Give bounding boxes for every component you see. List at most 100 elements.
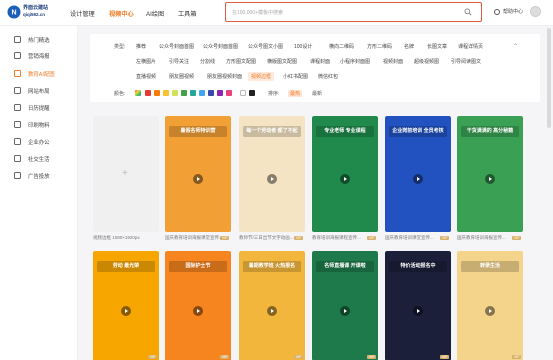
color-swatch[interactable] <box>154 90 160 96</box>
avatar[interactable] <box>530 6 541 17</box>
color-swatch[interactable] <box>172 90 178 96</box>
ad-icon <box>14 172 21 179</box>
template-card[interactable]: 专业老师 专业课程 VIP 教育培训海报课程宣传... <box>312 116 378 242</box>
color-swatch[interactable] <box>226 90 232 96</box>
color-swatch[interactable] <box>145 90 151 96</box>
layout-icon <box>14 87 21 94</box>
play-icon[interactable] <box>413 174 423 184</box>
color-swatch[interactable] <box>217 90 223 96</box>
type-tag[interactable]: 课程封面 <box>310 58 330 65</box>
template-card[interactable]: 转录生活 VIP <box>457 251 523 360</box>
sidebar-item-education[interactable]: 教育AI配图 <box>0 66 78 82</box>
type-tag[interactable]: 引导阅读图文 <box>451 58 481 65</box>
type-tag-active[interactable]: 视频边框 <box>248 72 275 81</box>
template-card[interactable]: 名师直播课 开课啦 VIP <box>312 251 378 360</box>
play-icon[interactable] <box>267 174 277 184</box>
type-tag[interactable]: 引导关注 <box>169 58 189 65</box>
color-swatch[interactable] <box>163 90 169 96</box>
type-tag[interactable]: 100设计 <box>294 43 312 50</box>
type-tag[interactable]: 直播视频 <box>136 73 156 80</box>
svg-text:N: N <box>11 10 16 17</box>
sidebar-item-ads[interactable]: 广告投放 <box>0 168 78 184</box>
template-card[interactable]: 暑期教学班 火热报名 VIP <box>239 251 305 360</box>
template-card[interactable]: 每一个劳动者 都了不起 VIP 教师节/三日出节文字动画... <box>239 116 305 242</box>
type-tag[interactable]: 横版图文配图 <box>267 58 297 65</box>
play-icon[interactable] <box>340 174 350 184</box>
type-tag[interactable]: 公众号封面首图 <box>159 43 194 50</box>
type-tag[interactable]: 朋友圈视频 <box>169 73 194 80</box>
add-icon[interactable]: + <box>122 168 128 179</box>
play-icon[interactable] <box>340 306 350 316</box>
sidebar-item-office[interactable]: 企业办公 <box>0 134 78 150</box>
template-card[interactable]: 干货满满的 高分秘籍 VIP 国庆教育培训海报宣传... <box>457 116 523 242</box>
nav-toolbox[interactable]: 工具箱 <box>178 9 197 18</box>
poster-icon <box>14 52 21 59</box>
sidebar-item-print[interactable]: 印刷物料 <box>0 117 78 133</box>
sidebar-item-web-layout[interactable]: 网站布局 <box>0 83 78 99</box>
help-center-link[interactable]: 帮助中心 <box>503 8 523 15</box>
type-tag[interactable]: 方形二维码 <box>367 43 392 50</box>
sort-hot[interactable]: 最热 <box>288 90 303 97</box>
search-icon[interactable] <box>464 8 472 16</box>
template-card[interactable]: + 视频边框 1080×1920px <box>93 116 159 242</box>
sidebar-item-social[interactable]: 社交生活 <box>0 151 78 167</box>
color-swatch[interactable] <box>181 90 187 96</box>
help-icon[interactable] <box>494 9 500 15</box>
nav-design[interactable]: 设计管理 <box>70 9 95 18</box>
play-icon[interactable] <box>413 306 423 316</box>
print-icon <box>14 121 21 128</box>
sidebar-item-hot[interactable]: 热门精选 <box>0 32 78 48</box>
template-card[interactable]: 企业岗前培训 全员考核 VIP 国庆教育培训课堂宣传... <box>385 116 451 242</box>
scrollbar[interactable] <box>547 28 551 128</box>
template-card[interactable]: 劳动 最光荣 VIP <box>93 251 159 360</box>
play-icon[interactable] <box>267 306 277 316</box>
type-tag[interactable]: 微信红包 <box>318 73 338 80</box>
sort-label: 排序: <box>268 91 280 97</box>
type-tag[interactable]: 横向二维码 <box>329 43 354 50</box>
type-tag[interactable]: 超级视频图 <box>414 58 439 65</box>
nav-video-center[interactable]: 视频中心 <box>109 9 134 18</box>
play-icon[interactable] <box>193 174 203 184</box>
type-tag[interactable]: 方形图文配图 <box>226 58 256 65</box>
template-card[interactable]: 特价活动报名中 VIP <box>385 251 451 360</box>
nav-ai-drawing[interactable]: AI绘图 <box>146 9 164 18</box>
color-filter-label: 颜色: <box>114 91 126 97</box>
type-tag[interactable]: 朋友圈视频封面 <box>207 73 242 80</box>
collapse-chevron-icon[interactable]: ⌃ <box>513 43 518 50</box>
sidebar-item-poster[interactable]: 营销海报 <box>0 48 78 64</box>
type-tag[interactable]: 小程序封面图 <box>340 58 370 65</box>
sidebar-item-calendar[interactable]: 日历提醒 <box>0 100 78 116</box>
type-tag[interactable]: 视频封面 <box>383 58 403 65</box>
type-tag[interactable]: 分割线 <box>200 58 215 65</box>
color-swatch[interactable] <box>249 90 255 96</box>
type-tag[interactable]: 左横图片 <box>136 58 156 65</box>
template-caption: 国庆教育培训海报宣传... <box>457 235 506 240</box>
play-icon[interactable] <box>485 174 495 184</box>
main-content: 类型: ⌃ 推荐 公众号封面首图 公众号封面首图 公众号图文小图 100设计 横… <box>78 26 553 360</box>
type-tag[interactable]: 名牌 <box>404 43 414 50</box>
type-tag[interactable]: 公众号图文小图 <box>248 43 283 50</box>
poster-title: 名师直播课 开课啦 <box>316 261 374 272</box>
play-icon[interactable] <box>485 306 495 316</box>
template-caption: 国庆教育培训课堂宣传... <box>385 235 434 240</box>
template-card[interactable]: 暑假名师特训营 VIP 国庆教育培训海报课堂宣传... <box>165 116 231 242</box>
type-tag[interactable]: 长图文章 <box>427 43 447 50</box>
color-swatch[interactable] <box>199 90 205 96</box>
play-icon[interactable] <box>193 306 203 316</box>
color-swatch[interactable] <box>208 90 214 96</box>
play-icon[interactable] <box>121 306 131 316</box>
search-bar[interactable] <box>225 2 482 22</box>
all-colors-swatch[interactable] <box>135 90 141 96</box>
template-card[interactable]: 国际护士节 VIP <box>165 251 231 360</box>
color-swatch[interactable] <box>240 90 246 96</box>
type-tag[interactable]: 小红书配图 <box>283 73 308 80</box>
sidebar-item-label: 营销海报 <box>28 54 50 60</box>
type-tag[interactable]: 推荐 <box>136 43 146 50</box>
image-icon <box>14 70 21 77</box>
color-swatch[interactable] <box>190 90 196 96</box>
brand-logo[interactable]: N <box>7 4 21 20</box>
type-tag[interactable]: 课程详情页 <box>458 43 483 50</box>
search-input[interactable] <box>232 7 452 18</box>
sort-new[interactable]: 最新 <box>312 90 322 97</box>
type-tag[interactable]: 公众号封面首图 <box>203 43 238 50</box>
